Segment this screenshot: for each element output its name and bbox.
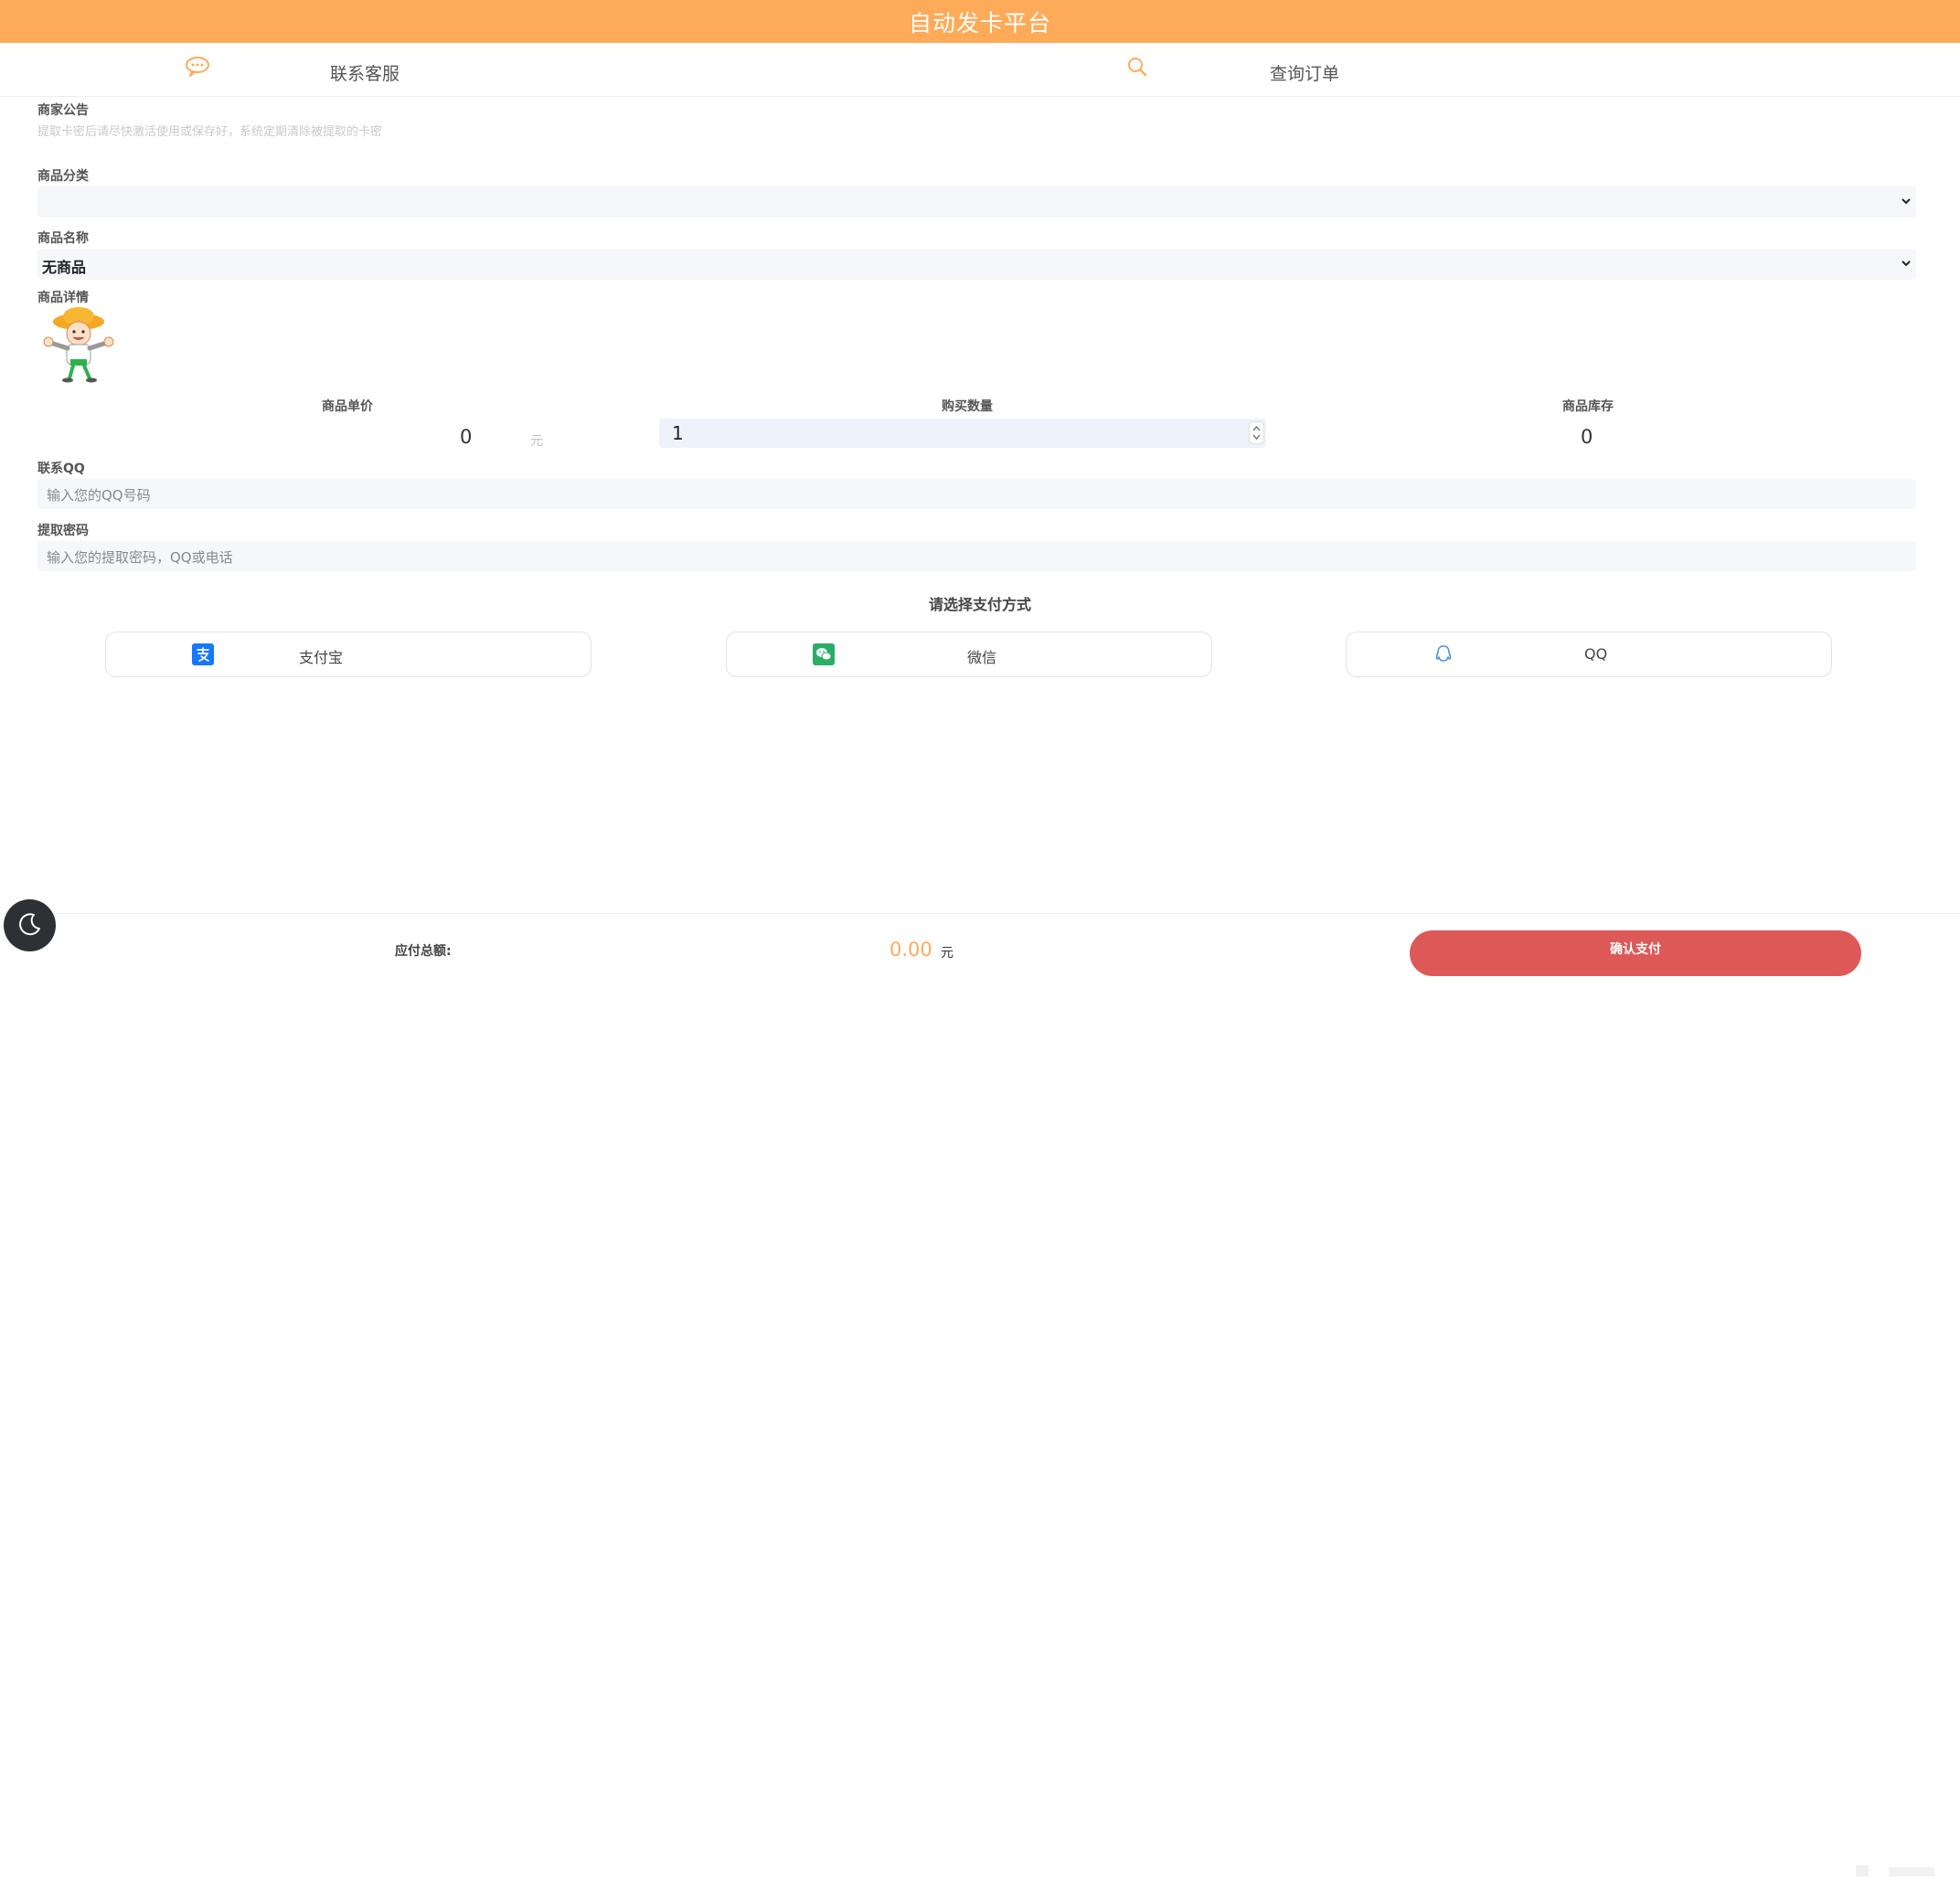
quantity-stepper[interactable]: 1 <box>659 419 1266 448</box>
notice-text: 提取卡密后请尽快激活使用或保存好，系统定期清除被提取的卡密 <box>37 125 383 139</box>
pay-qq-label: QQ <box>1584 645 1608 663</box>
password-label: 提取密码 <box>37 524 89 538</box>
unit-price-currency: 元 <box>530 434 543 449</box>
search-icon[interactable] <box>1126 56 1148 81</box>
total-label: 应付总额: <box>395 944 452 959</box>
product-name-label: 商品名称 <box>37 231 89 246</box>
product-select[interactable]: 无商品 <box>37 249 1916 280</box>
quantity-label: 购买数量 <box>942 399 993 414</box>
quantity-value: 1 <box>672 422 684 444</box>
contact-qq-input[interactable]: 输入您的QQ号码 <box>37 479 1916 509</box>
pay-wechat-button[interactable]: 微信 <box>726 632 1212 677</box>
password-input[interactable]: 输入您的提取密码，QQ或电话 <box>37 541 1916 571</box>
category-label: 商品分类 <box>37 169 89 184</box>
moon-icon <box>16 910 44 941</box>
contact-support-link[interactable]: 联系客服 <box>330 60 399 85</box>
decorative-marks <box>1856 1863 1956 1880</box>
chevron-down-icon <box>1900 194 1912 211</box>
top-header: 自动发卡平台 <box>0 0 1960 43</box>
payment-title: 请选择支付方式 <box>928 596 1031 613</box>
nav-bar: 联系客服 查询订单 <box>0 43 1960 97</box>
pay-alipay-button[interactable]: 支付宝 <box>105 632 591 677</box>
contact-qq-label: 联系QQ <box>37 462 85 476</box>
total-currency: 元 <box>941 946 953 961</box>
qq-icon <box>1433 643 1454 669</box>
checkout-footer: 应付总额: 0.00 元 确认支付 <box>0 913 1960 1876</box>
page-title: 自动发卡平台 <box>908 9 1051 37</box>
unit-price-label: 商品单价 <box>322 399 373 414</box>
pay-alipay-label: 支付宝 <box>299 649 344 666</box>
total-amount: 0.00 <box>889 939 932 961</box>
spinner-arrows-icon[interactable] <box>1249 421 1264 444</box>
product-value: 无商品 <box>42 259 87 276</box>
chat-bubble-icon[interactable] <box>184 56 211 81</box>
mascot-image <box>39 306 118 387</box>
password-placeholder: 输入您的提取密码，QQ或电话 <box>47 549 233 566</box>
pay-qq-button[interactable]: QQ <box>1346 632 1832 677</box>
notice-label: 商家公告 <box>37 103 89 118</box>
alipay-icon <box>192 643 214 669</box>
dark-mode-toggle[interactable] <box>4 899 56 951</box>
query-order-link[interactable]: 查询订单 <box>1270 60 1339 85</box>
stock-label: 商品库存 <box>1562 399 1614 414</box>
product-details-label: 商品详情 <box>37 291 89 305</box>
unit-price-value: 0 <box>460 426 473 448</box>
stock-value: 0 <box>1581 426 1593 448</box>
contact-qq-placeholder: 输入您的QQ号码 <box>47 487 151 504</box>
category-select[interactable] <box>37 186 1916 218</box>
wechat-icon <box>813 643 835 669</box>
chevron-down-icon <box>1900 256 1912 273</box>
confirm-pay-button[interactable]: 确认支付 <box>1410 930 1861 976</box>
pay-wechat-label: 微信 <box>967 649 997 666</box>
